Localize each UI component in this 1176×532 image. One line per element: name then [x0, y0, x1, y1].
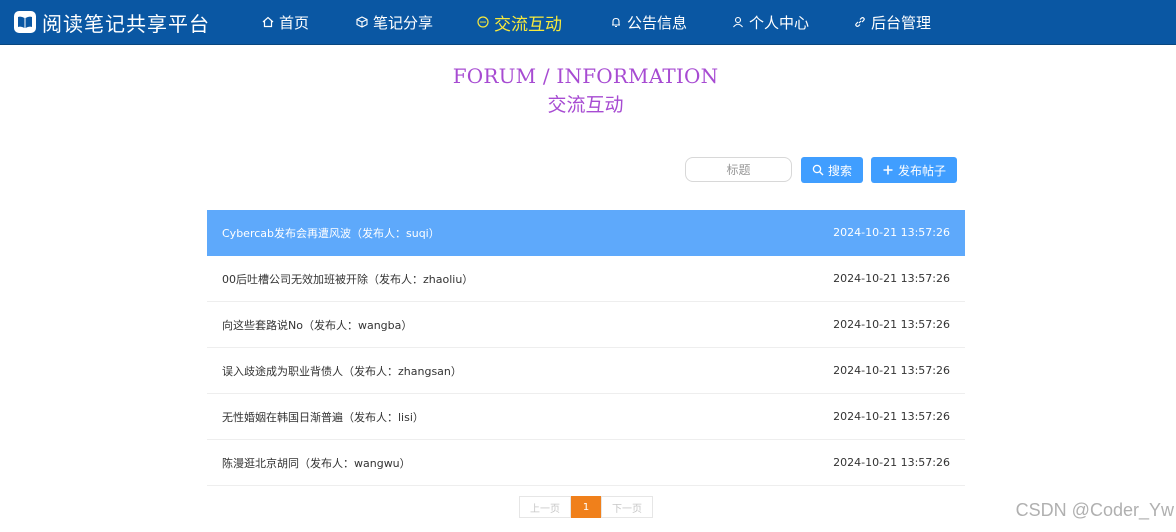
post-title[interactable]: 00后吐槽公司无效加班被开除（发布人：zhaoliu） [222, 271, 473, 287]
cube-icon [355, 15, 369, 29]
next-page-button[interactable]: 下一页 [601, 496, 653, 518]
post-list: Cybercab发布会再遭风波（发布人：suqi） 2024-10-21 13:… [207, 210, 965, 486]
nav-label-profile: 个人中心 [749, 13, 810, 32]
search-input[interactable] [685, 157, 792, 182]
watermark: CSDN @Coder_Yw [1015, 500, 1174, 520]
post-title[interactable]: 误入歧途成为职业背债人（发布人：zhangsan） [222, 363, 462, 379]
post-title[interactable]: Cybercab发布会再遭风波（发布人：suqi） [222, 225, 440, 241]
nav-label-home: 首页 [279, 13, 310, 32]
post-date: 2024-10-21 13:57:26 [833, 318, 950, 331]
post-row[interactable]: 向这些套路说No（发布人：wangba） 2024-10-21 13:57:26 [207, 302, 965, 348]
post-date: 2024-10-21 13:57:26 [833, 226, 950, 239]
nav-item-notes[interactable]: 笔记分享 [355, 0, 433, 44]
user-icon [731, 15, 745, 29]
nav-item-home[interactable]: 首页 [261, 0, 309, 44]
search-button[interactable]: 搜索 [801, 157, 863, 183]
page-title-cn: 交流互动 [547, 94, 624, 116]
publish-button-label: 发布帖子 [897, 163, 946, 178]
post-title[interactable]: 陈漫逛北京胡同（发布人：wangwu） [222, 455, 411, 471]
home-icon [261, 15, 275, 29]
top-navigation: 阅读笔记共享平台 首页 笔记分享 交流互动 公告信息 个人中心 后台管理 [0, 0, 1176, 45]
plus-icon [882, 164, 894, 176]
page-number-current[interactable]: 1 [571, 496, 601, 518]
nav-item-profile[interactable]: 个人中心 [731, 0, 809, 44]
post-title[interactable]: 向这些套路说No（发布人：wangba） [222, 317, 412, 333]
nav-item-admin[interactable]: 后台管理 [853, 0, 931, 44]
post-row[interactable]: Cybercab发布会再遭风波（发布人：suqi） 2024-10-21 13:… [207, 210, 965, 256]
publish-post-button[interactable]: 发布帖子 [871, 157, 957, 183]
nav-label-notes: 笔记分享 [373, 13, 434, 32]
nav-item-forum[interactable]: 交流互动 [476, 0, 562, 44]
link-icon [853, 15, 867, 29]
search-icon [812, 164, 824, 176]
post-title[interactable]: 无性婚姻在韩国日渐普遍（发布人：lisi） [222, 409, 424, 425]
search-button-label: 搜索 [827, 163, 852, 178]
post-date: 2024-10-21 13:57:26 [833, 272, 950, 285]
post-row[interactable]: 无性婚姻在韩国日渐普遍（发布人：lisi） 2024-10-21 13:57:2… [207, 394, 965, 440]
brand[interactable]: 阅读笔记共享平台 [14, 8, 210, 36]
post-date: 2024-10-21 13:57:26 [833, 410, 950, 423]
post-row[interactable]: 陈漫逛北京胡同（发布人：wangwu） 2024-10-21 13:57:26 [207, 440, 965, 486]
brand-title: 阅读笔记共享平台 [42, 11, 210, 36]
book-icon [14, 11, 36, 33]
post-date: 2024-10-21 13:57:26 [833, 456, 950, 469]
nav-item-notice[interactable]: 公告信息 [609, 0, 687, 44]
prev-page-button[interactable]: 上一页 [519, 496, 571, 518]
nav-label-forum: 交流互动 [494, 14, 562, 35]
post-row[interactable]: 误入歧途成为职业背债人（发布人：zhangsan） 2024-10-21 13:… [207, 348, 965, 394]
chat-icon [476, 15, 490, 29]
post-date: 2024-10-21 13:57:26 [833, 364, 950, 377]
bell-icon [609, 15, 623, 29]
nav-label-notice: 公告信息 [627, 13, 688, 32]
page-title-en: FORUM / INFORMATION [452, 64, 719, 88]
pagination: 上一页 1 下一页 [519, 496, 653, 518]
nav-label-admin: 后台管理 [871, 13, 932, 32]
post-row[interactable]: 00后吐槽公司无效加班被开除（发布人：zhaoliu） 2024-10-21 1… [207, 256, 965, 302]
